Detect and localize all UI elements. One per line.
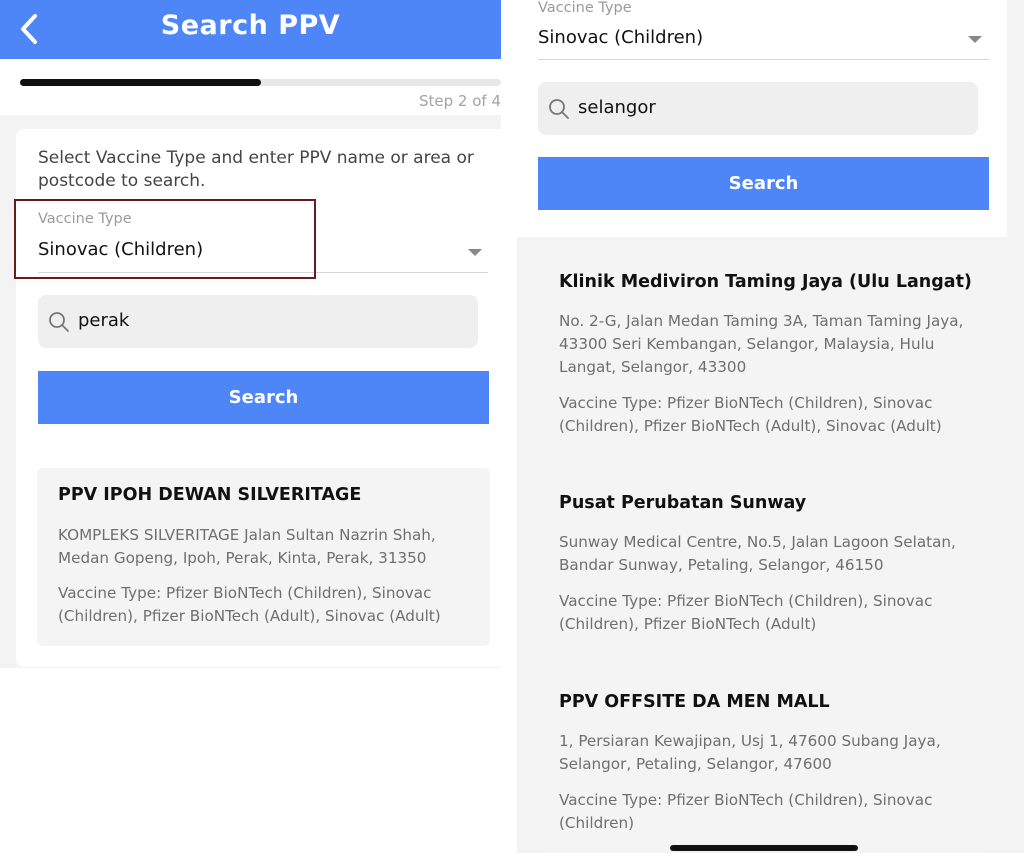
result-address: 1, Persiaran Kewajipan, Usj 1, 47600 Sub… <box>559 732 941 773</box>
result-name: Pusat Perubatan Sunway <box>559 493 807 513</box>
home-indicator <box>670 845 858 851</box>
select-underline <box>538 59 989 60</box>
search-input-value: perak <box>78 310 130 331</box>
caret-down-icon <box>468 249 482 256</box>
left-screen: Search PPV Step 2 of 4 Select Vaccine Ty… <box>0 0 501 853</box>
result-name: PPV IPOH DEWAN SILVERITAGE <box>58 485 362 505</box>
result-name: PPV OFFSITE DA MEN MALL <box>559 692 830 712</box>
result-card[interactable]: PPV IPOH DEWAN SILVERITAGE KOMPLEKS SILV… <box>37 468 490 646</box>
step-indicator: Step 2 of 4 <box>418 92 501 110</box>
page-title: Search PPV <box>160 10 341 41</box>
result-card[interactable]: Pusat Perubatan Sunway Sunway Medical Ce… <box>538 476 990 654</box>
pane-divider <box>501 0 517 853</box>
result-address: Sunway Medical Centre, No.5, Jalan Lagoo… <box>559 533 956 574</box>
result-address: No. 2-G, Jalan Medan Taming 3A, Taman Ta… <box>559 312 964 376</box>
vaccine-type-value: Sinovac (Children) <box>538 27 704 48</box>
instructions-text: Select Vaccine Type and enter PPV name o… <box>38 148 474 191</box>
progress-fill <box>20 79 261 86</box>
search-input-value: selangor <box>578 97 656 118</box>
result-vaccines: Vaccine Type: Pfizer BioNTech (Children)… <box>58 584 441 625</box>
search-button[interactable]: Search <box>38 371 489 424</box>
search-input[interactable]: selangor <box>538 82 978 135</box>
progress-bar <box>20 79 501 86</box>
result-address: KOMPLEKS SILVERITAGE Jalan Sultan Nazrin… <box>58 526 436 567</box>
result-card[interactable]: Klinik Mediviron Taming Jaya (Ulu Langat… <box>538 255 990 455</box>
right-screen: Vaccine Type Sinovac (Children) selangor… <box>517 0 1024 853</box>
result-card[interactable]: PPV OFFSITE DA MEN MALL 1, Persiaran Kew… <box>538 675 990 853</box>
vaccine-type-select[interactable]: Vaccine Type Sinovac (Children) <box>538 0 989 60</box>
search-input[interactable]: perak <box>38 295 478 348</box>
result-vaccines: Vaccine Type: Pfizer BioNTech (Children)… <box>559 791 933 832</box>
caret-down-icon <box>968 36 982 43</box>
search-button[interactable]: Search <box>538 157 989 210</box>
result-vaccines: Vaccine Type: Pfizer BioNTech (Children)… <box>559 394 942 435</box>
result-vaccines: Vaccine Type: Pfizer BioNTech (Children)… <box>559 592 933 633</box>
search-icon <box>549 99 569 119</box>
vaccine-type-label: Vaccine Type <box>538 0 632 16</box>
highlight-box <box>14 199 316 279</box>
search-icon <box>49 312 69 332</box>
header-bar: Search PPV <box>0 0 501 59</box>
result-name: Klinik Mediviron Taming Jaya (Ulu Langat… <box>559 272 972 292</box>
